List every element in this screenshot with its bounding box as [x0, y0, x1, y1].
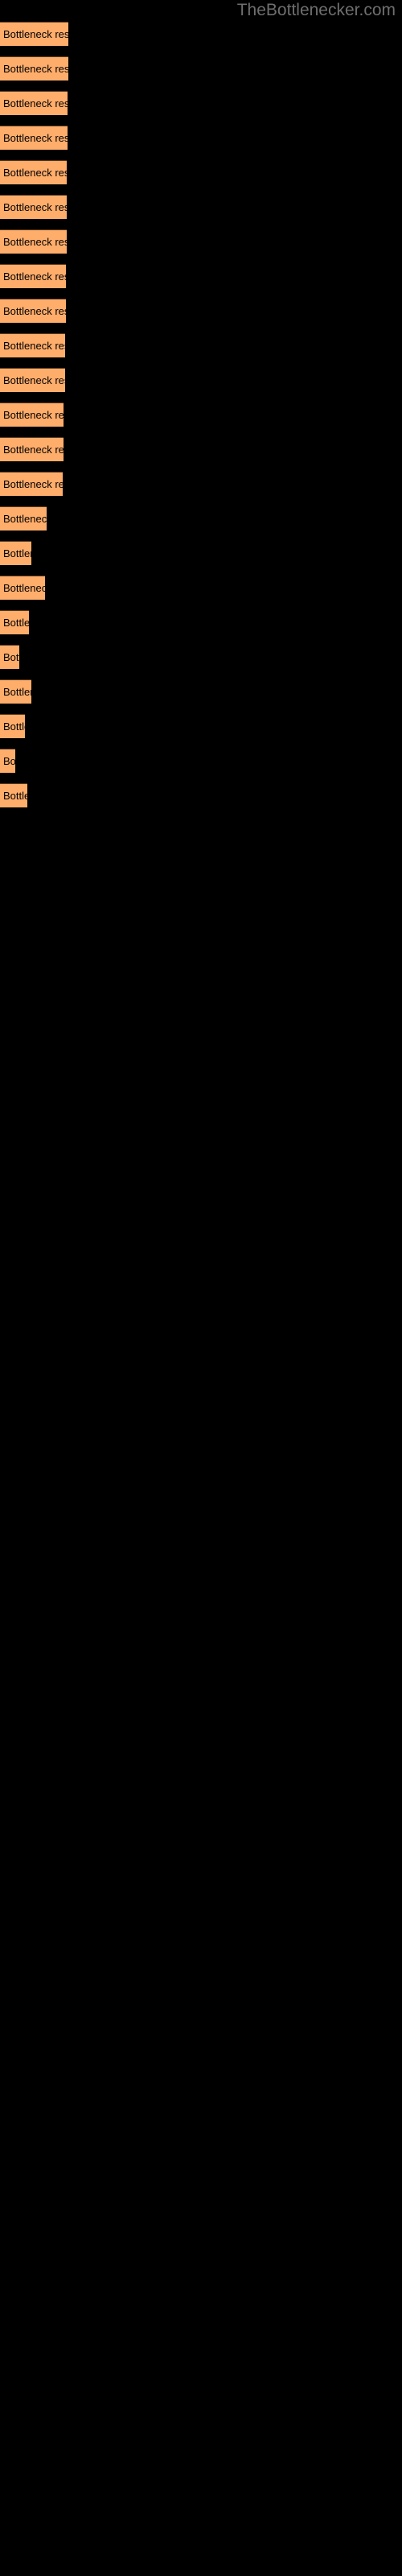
chart-bar-label: Bottleneck result: [3, 582, 45, 594]
chart-bar[interactable]: Bottleneck result: [0, 299, 66, 323]
chart-bar[interactable]: Bottleneck result: [0, 229, 67, 254]
chart-bar[interactable]: Bottleneck result: [0, 160, 67, 184]
chart-bar[interactable]: Bottleneck result: [0, 22, 68, 46]
chart-bar[interactable]: Bottleneck result: [0, 472, 63, 496]
chart-bar-label: Bottleneck result: [3, 305, 66, 317]
chart-bar-row: Bottleneck result: [0, 576, 402, 600]
chart-bar[interactable]: Bottleneck result: [0, 783, 27, 807]
chart-bar-label: Bottleneck result: [3, 547, 31, 559]
chart-bar-label: Bottleneck result: [3, 409, 64, 421]
chart-bar-label: Bottleneck result: [3, 63, 68, 75]
chart-bar[interactable]: Bottleneck result: [0, 645, 19, 669]
chart-bar[interactable]: Bottleneck result: [0, 195, 67, 219]
bottleneck-bar-chart: Bottleneck result Bottleneck result Bottle…: [0, 0, 402, 2576]
chart-bar-row: Bottleneck result: [0, 91, 402, 115]
chart-bar-row: Bottleneck result: [0, 679, 402, 704]
chart-bar-row: Bottleneck result: [0, 645, 402, 669]
chart-bar[interactable]: Bottleneck result: [0, 679, 31, 704]
chart-bar-row: Bottleneck result: [0, 541, 402, 565]
chart-bar[interactable]: Bottleneck result: [0, 264, 66, 288]
chart-bar[interactable]: Bottleneck result: [0, 714, 25, 738]
chart-bar-row: Bottleneck result: [0, 472, 402, 496]
chart-bar-label: Bottleneck result: [3, 97, 68, 109]
chart-bar-row: Bottleneck result: [0, 506, 402, 530]
chart-bar-label: Bottleneck result: [3, 28, 68, 40]
chart-bar-row: Bottleneck result: [0, 126, 402, 150]
chart-bar-label: Bottleneck result: [3, 340, 65, 352]
chart-bar-row: Bottleneck result: [0, 749, 402, 773]
chart-bar-label: Bottleneck result: [3, 201, 67, 213]
chart-bar[interactable]: Bottleneck result: [0, 576, 45, 600]
chart-bar-label: Bottleneck result: [3, 270, 66, 283]
chart-bar[interactable]: Bottleneck result: [0, 56, 68, 80]
chart-bar[interactable]: Bottleneck result: [0, 610, 29, 634]
chart-bar-label: Bottleneck result: [3, 651, 19, 663]
chart-bar-label: Bottleneck result: [3, 755, 15, 767]
chart-bar[interactable]: Bottleneck result: [0, 368, 65, 392]
chart-bar-label: Bottleneck result: [3, 513, 47, 525]
chart-bar[interactable]: Bottleneck result: [0, 91, 68, 115]
chart-bar[interactable]: Bottleneck result: [0, 126, 68, 150]
chart-bar[interactable]: Bottleneck result: [0, 333, 65, 357]
chart-bar-row: Bottleneck result: [0, 368, 402, 392]
chart-bar-label: Bottleneck result: [3, 478, 63, 490]
chart-bar-row: Bottleneck result: [0, 160, 402, 184]
chart-bar-label: Bottleneck result: [3, 444, 64, 456]
chart-bar-label: Bottleneck result: [3, 236, 67, 248]
chart-bar-row: Bottleneck result: [0, 22, 402, 46]
chart-bar-row: Bottleneck result: [0, 714, 402, 738]
chart-bar-row: Bottleneck result: [0, 229, 402, 254]
chart-bar-label: Bottleneck result: [3, 374, 65, 386]
chart-bar-label: Bottleneck result: [3, 790, 27, 802]
chart-bar[interactable]: Bottleneck result: [0, 437, 64, 461]
chart-bar-label: Bottleneck result: [3, 617, 29, 629]
chart-bar-row: Bottleneck result: [0, 56, 402, 80]
chart-bar-label: Bottleneck result: [3, 686, 31, 698]
chart-bar-row: Bottleneck result: [0, 610, 402, 634]
chart-bar[interactable]: Bottleneck result: [0, 402, 64, 427]
chart-bar[interactable]: Bottleneck result: [0, 749, 15, 773]
chart-bar[interactable]: Bottleneck result: [0, 541, 31, 565]
chart-bar-label: Bottleneck result: [3, 720, 25, 733]
chart-bar-row: Bottleneck result: [0, 783, 402, 807]
chart-bar-row: Bottleneck result: [0, 333, 402, 357]
chart-bar-row: Bottleneck result: [0, 195, 402, 219]
chart-bar-row: Bottleneck result: [0, 402, 402, 427]
chart-bar-label: Bottleneck result: [3, 132, 68, 144]
chart-bar-row: Bottleneck result: [0, 299, 402, 323]
chart-bar-label: Bottleneck result: [3, 167, 67, 179]
chart-bar-row: Bottleneck result: [0, 264, 402, 288]
chart-bar-row: Bottleneck result: [0, 437, 402, 461]
chart-bar[interactable]: Bottleneck result: [0, 506, 47, 530]
